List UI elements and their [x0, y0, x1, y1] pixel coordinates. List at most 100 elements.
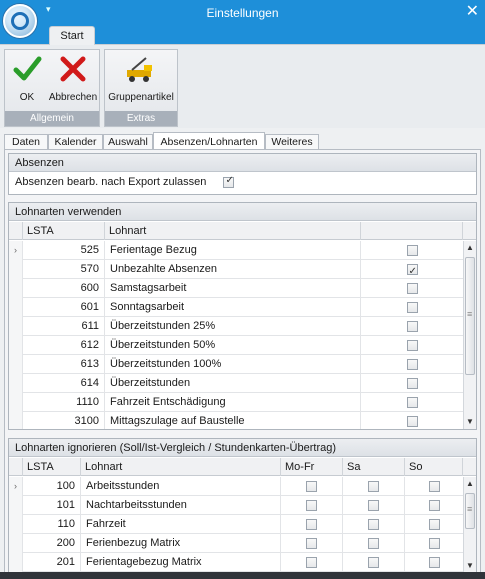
- so-checkbox[interactable]: [428, 556, 440, 568]
- table-row[interactable]: 614 Überzeitstunden: [9, 374, 463, 393]
- sa-checkbox[interactable]: [368, 518, 379, 530]
- cell-mo-fr: [281, 534, 343, 553]
- row-selector[interactable]: [9, 393, 23, 412]
- lohnart-active-checkbox[interactable]: [406, 244, 418, 256]
- lohnart-active-checkbox[interactable]: [406, 377, 418, 389]
- row-selector[interactable]: [9, 336, 23, 355]
- row-selector[interactable]: [9, 279, 23, 298]
- vertical-scrollbar[interactable]: ▲ ▼: [463, 477, 476, 573]
- lohnarten-ignorieren-header: Lohnarten ignorieren (Soll/Ist-Vergleich…: [9, 439, 476, 457]
- cell-mo-fr: [281, 553, 343, 572]
- tab-daten[interactable]: Daten: [4, 134, 48, 150]
- cell-sa: [343, 477, 405, 496]
- table-row[interactable]: 200 Ferienbezug Matrix: [9, 534, 463, 553]
- lohnart-active-checkbox[interactable]: [406, 396, 418, 408]
- absenzen-export-checkbox[interactable]: [223, 175, 235, 188]
- scroll-up-icon[interactable]: ▲: [464, 477, 476, 491]
- table-row[interactable]: 3100 Mittagszulage auf Baustelle: [9, 412, 463, 429]
- settings-content: Daten Kalender Auswahl Absenzen/Lohnarte…: [0, 128, 485, 579]
- cell-lsta: 100: [23, 477, 81, 496]
- tab-kalender[interactable]: Kalender: [48, 134, 103, 150]
- col-lsta[interactable]: LSTA: [23, 458, 81, 476]
- mo-fr-checkbox[interactable]: [306, 499, 317, 511]
- lohnart-active-checkbox[interactable]: [406, 282, 418, 294]
- cancel-button[interactable]: Abbrechen: [47, 54, 99, 110]
- scroll-down-icon[interactable]: ▼: [464, 415, 476, 429]
- grid-header: LSTA Lohnart: [9, 222, 476, 240]
- row-selector[interactable]: [9, 515, 23, 534]
- row-selector[interactable]: [9, 298, 23, 317]
- col-active[interactable]: [361, 222, 463, 240]
- table-row[interactable]: 613 Überzeitstunden 100%: [9, 355, 463, 374]
- col-lohnart[interactable]: Lohnart: [81, 458, 281, 476]
- vertical-scrollbar[interactable]: ▲ ▼: [463, 241, 476, 429]
- table-row[interactable]: 611 Überzeitstunden 25%: [9, 317, 463, 336]
- ribbon-tab-start[interactable]: Start: [49, 26, 95, 45]
- cell-lohnart: Überzeitstunden 100%: [105, 355, 361, 374]
- table-row[interactable]: 1110 Fahrzeit Entschädigung: [9, 393, 463, 412]
- lohnart-active-checkbox[interactable]: [406, 339, 418, 351]
- ok-button[interactable]: OK: [7, 54, 47, 110]
- cell-checkbox: [361, 298, 463, 317]
- col-lohnart[interactable]: Lohnart: [105, 222, 361, 240]
- table-row[interactable]: 570 Unbezahlte Absenzen: [9, 260, 463, 281]
- lohnart-active-checkbox[interactable]: [406, 415, 418, 427]
- sa-checkbox[interactable]: [368, 537, 379, 549]
- cell-lohnart: Arbeitsstunden: [81, 477, 281, 496]
- row-selector[interactable]: [9, 317, 23, 336]
- scroll-thumb[interactable]: [465, 257, 475, 375]
- row-selector[interactable]: [9, 355, 23, 374]
- mo-fr-checkbox[interactable]: [306, 537, 317, 549]
- lohnart-active-checkbox[interactable]: [406, 301, 418, 313]
- lohnart-active-checkbox[interactable]: [406, 358, 418, 370]
- so-checkbox[interactable]: [428, 537, 440, 549]
- col-sa[interactable]: Sa: [343, 458, 405, 476]
- row-selector[interactable]: [9, 260, 23, 279]
- row-selector[interactable]: [9, 553, 23, 572]
- gruppenartikel-button[interactable]: Gruppenartikel: [107, 54, 175, 110]
- col-so[interactable]: So: [405, 458, 463, 476]
- so-checkbox[interactable]: [428, 499, 440, 511]
- group-label-allgemein: Allgemein: [5, 111, 99, 126]
- row-selector[interactable]: [9, 496, 23, 515]
- sa-checkbox[interactable]: [368, 556, 379, 568]
- cell-lohnart: Nachtarbeitsstunden: [81, 496, 281, 515]
- row-selector[interactable]: ›: [9, 241, 23, 260]
- mo-fr-checkbox[interactable]: [306, 480, 317, 492]
- lohnart-active-checkbox[interactable]: [406, 262, 418, 281]
- app-menu-button[interactable]: [3, 4, 37, 38]
- lohnart-active-checkbox[interactable]: [406, 320, 418, 332]
- table-row[interactable]: 110 Fahrzeit: [9, 515, 463, 534]
- table-row[interactable]: 600 Samstagsarbeit: [9, 279, 463, 298]
- tab-weiteres[interactable]: Weiteres: [265, 134, 319, 150]
- so-checkbox[interactable]: [428, 480, 440, 492]
- row-selector[interactable]: [9, 374, 23, 393]
- so-checkbox[interactable]: [428, 518, 440, 530]
- mo-fr-checkbox[interactable]: [306, 518, 317, 530]
- close-icon[interactable]: ✕: [466, 2, 479, 22]
- window-title: Einstellungen: [206, 6, 279, 20]
- scroll-down-icon[interactable]: ▼: [464, 559, 476, 573]
- cell-checkbox: [361, 393, 463, 412]
- col-lsta[interactable]: LSTA: [23, 222, 105, 240]
- row-selector[interactable]: ›: [9, 477, 23, 496]
- tab-auswahl[interactable]: Auswahl: [103, 134, 153, 150]
- scroll-thumb[interactable]: [465, 493, 475, 529]
- sa-checkbox[interactable]: [368, 499, 379, 511]
- scroll-up-icon[interactable]: ▲: [464, 241, 476, 255]
- sa-checkbox[interactable]: [368, 480, 379, 492]
- table-row[interactable]: 612 Überzeitstunden 50%: [9, 336, 463, 355]
- table-row[interactable]: 101 Nachtarbeitsstunden: [9, 496, 463, 515]
- cell-lohnart: Unbezahlte Absenzen: [105, 260, 361, 279]
- row-selector[interactable]: [9, 412, 23, 429]
- table-row[interactable]: › 525 Ferientage Bezug: [9, 241, 463, 260]
- table-row[interactable]: 201 Ferientagebezug Matrix: [9, 553, 463, 572]
- table-row[interactable]: 601 Sonntagsarbeit: [9, 298, 463, 317]
- cell-sa: [343, 534, 405, 553]
- row-selector[interactable]: [9, 534, 23, 553]
- mo-fr-checkbox[interactable]: [306, 556, 317, 568]
- lohnarten-ignorieren-section: Lohnarten ignorieren (Soll/Ist-Vergleich…: [8, 438, 477, 574]
- cell-mo-fr: [281, 477, 343, 496]
- col-mo-fr[interactable]: Mo-Fr: [281, 458, 343, 476]
- table-row[interactable]: › 100 Arbeitsstunden: [9, 477, 463, 496]
